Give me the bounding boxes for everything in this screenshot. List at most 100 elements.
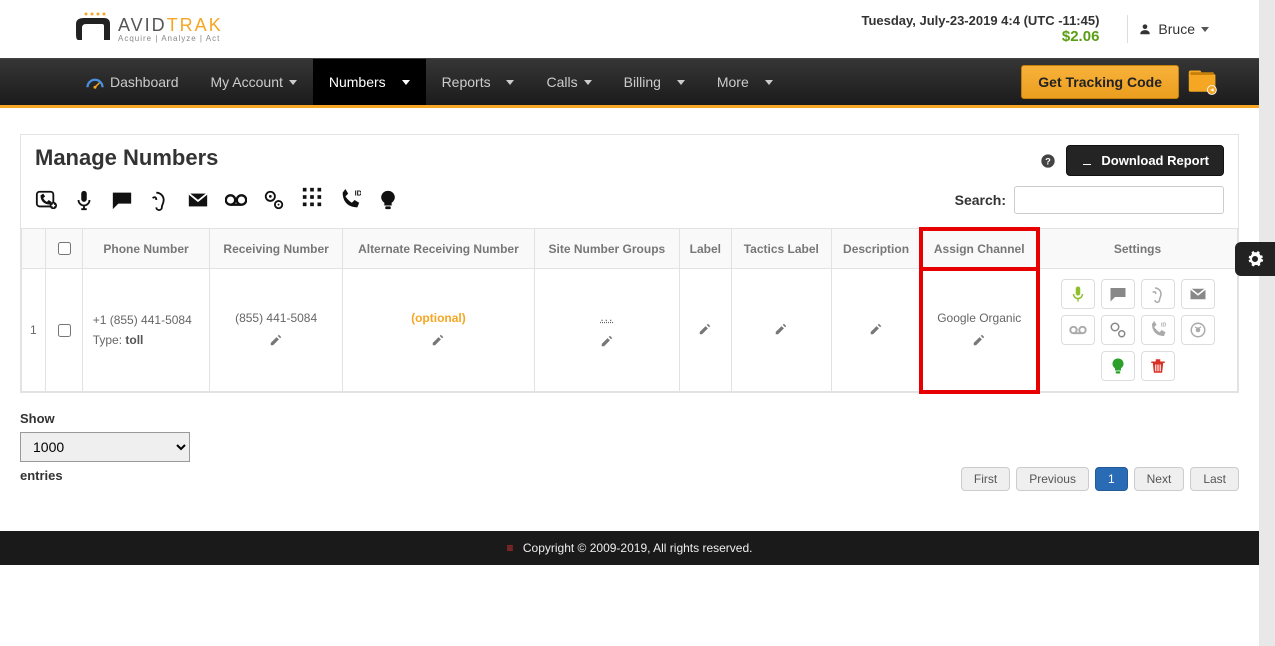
col-label[interactable]: Label [679, 229, 731, 269]
microphone-icon[interactable] [73, 189, 95, 211]
caller-id-icon[interactable]: ID [339, 189, 361, 211]
col-receiving-number[interactable]: Receiving Number [210, 229, 342, 269]
edit-icon[interactable] [698, 322, 712, 336]
settings-gears-icon[interactable] [263, 189, 285, 211]
header-right: Tuesday, July-23-2019 4:4 (UTC -11:45) $… [861, 13, 1219, 45]
setting-bulb-icon[interactable] [1101, 351, 1135, 381]
main-navbar: Dashboard My Account Numbers Reports Cal… [0, 58, 1259, 108]
gear-icon [1246, 250, 1264, 268]
nav-calls[interactable]: Calls [530, 59, 607, 105]
row-index: 1 [22, 269, 46, 392]
logo-icon [70, 10, 118, 48]
page-previous[interactable]: Previous [1016, 467, 1089, 491]
entries-select[interactable]: 1000 [20, 432, 190, 462]
setting-callerid-icon[interactable]: ID [1141, 315, 1175, 345]
nav-billing-label: Billing [624, 74, 661, 90]
footer: ≡ Copyright © 2009-2019, All rights rese… [0, 531, 1259, 565]
page-1[interactable]: 1 [1095, 467, 1128, 491]
row-select-checkbox[interactable] [58, 324, 71, 337]
svg-text:ID: ID [1161, 322, 1166, 328]
chevron-down-icon [506, 80, 514, 85]
mail-icon[interactable] [187, 189, 209, 211]
edit-icon[interactable] [774, 322, 788, 336]
nav-more[interactable]: More [701, 59, 789, 105]
assign-channel-value: Google Organic [929, 311, 1029, 325]
page-first[interactable]: First [961, 467, 1010, 491]
col-settings[interactable]: Settings [1038, 229, 1238, 269]
svg-text:ID: ID [355, 189, 361, 197]
receiving-number-value: (855) 441-5084 [218, 311, 333, 325]
user-menu[interactable]: Bruce [1127, 15, 1219, 43]
help-icon[interactable]: ? [1040, 153, 1056, 169]
user-icon [1138, 22, 1152, 36]
edit-icon[interactable] [269, 333, 283, 347]
col-phone-number[interactable]: Phone Number [82, 229, 210, 269]
chevron-down-icon [1201, 27, 1209, 32]
nav-billing[interactable]: Billing [608, 59, 701, 105]
nav-my-account-label: My Account [211, 74, 283, 90]
setting-voicemail-icon[interactable] [1061, 315, 1095, 345]
row-settings-icons: ID [1046, 279, 1229, 381]
phone-type-label: Type: [93, 333, 122, 347]
download-report-button[interactable]: Download Report [1066, 145, 1224, 176]
edit-icon[interactable] [972, 333, 986, 347]
page-next[interactable]: Next [1134, 467, 1185, 491]
show-label: Show [20, 411, 1239, 426]
chevron-down-icon [677, 80, 685, 85]
edit-icon[interactable] [431, 333, 445, 347]
header-balance: $2.06 [861, 28, 1099, 45]
nav-reports-label: Reports [442, 74, 491, 90]
logo[interactable]: AVIDTRAK Acquire | Analyze | Act [70, 10, 223, 48]
setting-mic-icon[interactable] [1061, 279, 1095, 309]
numbers-table: Phone Number Receiving Number Alternate … [21, 228, 1238, 392]
search-input[interactable] [1014, 186, 1224, 214]
voicemail-icon[interactable] [225, 189, 247, 211]
setting-chat-icon[interactable] [1101, 279, 1135, 309]
page-last[interactable]: Last [1190, 467, 1239, 491]
side-settings-button[interactable] [1235, 242, 1275, 276]
col-description[interactable]: Description [831, 229, 921, 269]
pagination: First Previous 1 Next Last [20, 467, 1239, 501]
chat-icon[interactable] [111, 189, 133, 211]
download-report-label: Download Report [1101, 153, 1209, 168]
nav-reports[interactable]: Reports [426, 59, 531, 105]
select-all-checkbox[interactable] [58, 242, 71, 255]
logo-text-trak: TRAK [167, 15, 223, 35]
setting-gears-icon[interactable] [1101, 315, 1135, 345]
setting-mail-icon[interactable] [1181, 279, 1215, 309]
nav-dashboard[interactable]: Dashboard [70, 59, 195, 105]
setting-route-icon[interactable] [1181, 315, 1215, 345]
bulb-icon[interactable] [377, 189, 399, 211]
search-label: Search: [955, 192, 1006, 208]
download-icon [1081, 155, 1093, 167]
ear-icon[interactable] [149, 189, 171, 211]
nav-numbers[interactable]: Numbers [313, 59, 426, 105]
col-tactics-label[interactable]: Tactics Label [731, 229, 831, 269]
nav-my-account[interactable]: My Account [195, 59, 313, 105]
chevron-down-icon [765, 80, 773, 85]
col-alt-receiving[interactable]: Alternate Receiving Number [342, 229, 534, 269]
svg-text:?: ? [1046, 156, 1052, 166]
setting-delete-icon[interactable] [1141, 351, 1175, 381]
get-tracking-code-button[interactable]: Get Tracking Code [1021, 65, 1179, 99]
setting-ear-icon[interactable] [1141, 279, 1175, 309]
logo-subtitle: Acquire | Analyze | Act [118, 34, 223, 43]
nav-more-label: More [717, 74, 749, 90]
call-add-icon[interactable] [35, 189, 57, 211]
nav-numbers-label: Numbers [329, 74, 386, 90]
site-groups-value[interactable]: ... [543, 310, 671, 324]
footer-copyright: Copyright © 2009-2019, All rights reserv… [523, 541, 753, 555]
col-site-groups[interactable]: Site Number Groups [535, 229, 680, 269]
alt-receiving-value: (optional) [351, 311, 526, 325]
gauge-icon [86, 75, 104, 89]
edit-icon[interactable] [869, 322, 883, 336]
chevron-down-icon [289, 80, 297, 85]
nav-calls-label: Calls [546, 74, 577, 90]
col-assign-channel[interactable]: Assign Channel [921, 229, 1038, 269]
folder-icon[interactable] [1187, 68, 1219, 96]
grip-icon: ≡ [507, 541, 514, 555]
edit-icon[interactable] [600, 334, 614, 348]
apps-grid-icon[interactable] [301, 186, 323, 214]
page-title: Manage Numbers [35, 145, 218, 171]
logo-text-avid: AVID [118, 15, 167, 35]
